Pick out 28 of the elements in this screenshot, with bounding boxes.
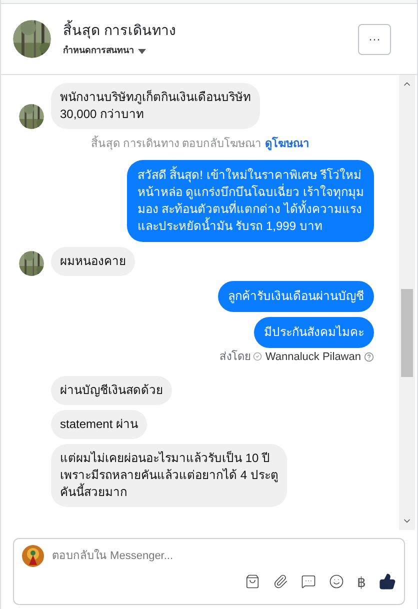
message-input[interactable]: ตอบกลับใน Messenger... <box>52 548 396 564</box>
caret-icon <box>138 48 146 54</box>
message-bubble: แต่ผมไม่เคยผ่อนอะไรมาแล้วรับเป็น 10 ปี เพราะมีรถหลายคันแล้วแต่อยากได้ 4 ประตู คันนี้สวยมาก <box>51 444 288 507</box>
check-icon <box>253 352 262 362</box>
chat-icon[interactable] <box>301 574 316 589</box>
sender-name: Wannaluck Pilawan <box>265 350 361 364</box>
message-bubble: statement ผ่าน <box>51 410 148 439</box>
message-bubble: ผมหนองคาย <box>51 246 135 276</box>
shopping-bag-icon[interactable] <box>245 574 260 589</box>
emblem-icon <box>22 545 44 567</box>
scrollbar[interactable] <box>399 75 415 530</box>
message-bubble: สวัสดี สิ้นสุด! เข้าใหม่ในราคาพิเศษ รีโว่ใหม่ หน้าหล่อ ดูแกร่งบึกบึนโฉบเฉี่ยว เร้าใจทุกมุม มอง สะท้อนตัวตนที่แตกต่าง ได้ทั้งความแรง และประหยัดน้ำมัน รับรถ 1,999 บาท <box>127 160 374 242</box>
contact-name: สิ้นสุด การเดินทาง <box>63 20 177 41</box>
sent-by-label: ส่งโดย <box>219 349 250 364</box>
message-bubble: มีประกันสังคมไมคะ <box>254 316 374 348</box>
emoji-icon[interactable] <box>329 574 344 589</box>
paperclip-icon[interactable] <box>273 574 288 589</box>
more-button[interactable]: ··· <box>358 24 391 54</box>
message-bubble: ลูกค้ารับเงินเดือนผ่านบัญชี <box>218 280 374 312</box>
thumbs-up-icon[interactable] <box>379 573 396 590</box>
conversation-settings-dropdown[interactable]: กำหนดการสนทนา <box>63 44 358 58</box>
message-bubble: ผ่านบัญชีเงินสดด้วย <box>51 376 172 405</box>
scroll-thumb[interactable] <box>401 289 413 377</box>
message-bubble: พนักงานบริษัทภูเก็ตกินเงินเดือนบริษัท 30,000 กว่าบาท <box>51 83 260 129</box>
help-icon <box>364 352 374 362</box>
payment-button[interactable]: ฿ <box>357 574 366 588</box>
view-ad-link[interactable]: ดูโฆษณา <box>265 136 310 152</box>
reply-notice: สิ้นสุด การเดินทาง ตอบกลับโฆษณา <box>90 136 262 152</box>
